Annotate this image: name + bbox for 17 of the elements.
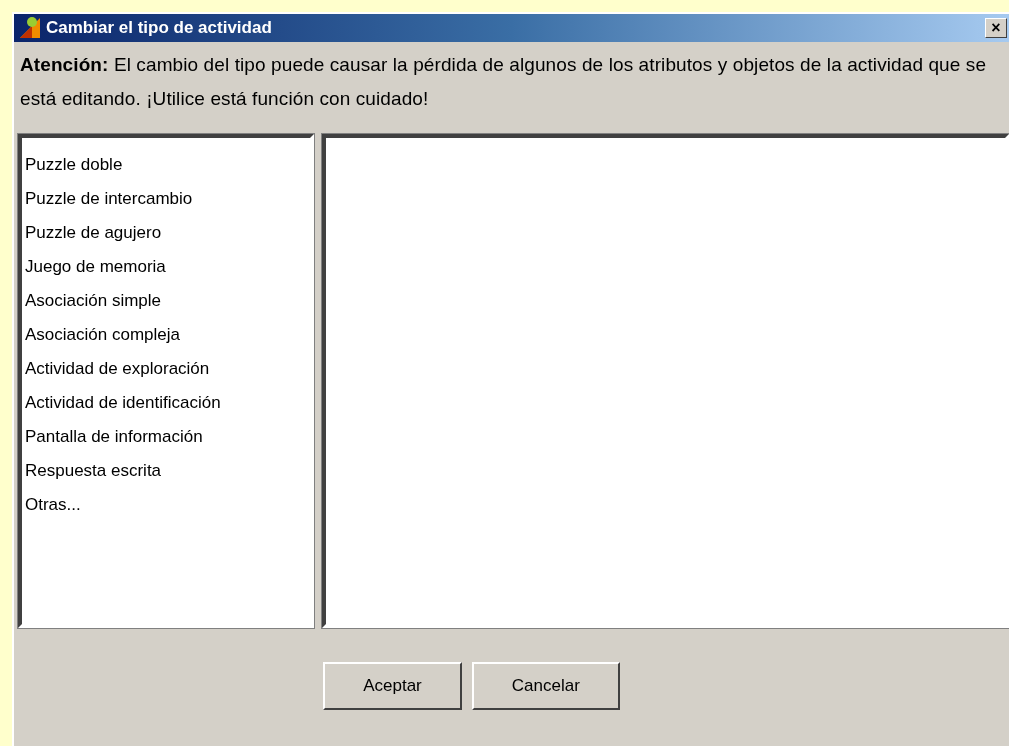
list-item[interactable]: Juego de memoria [25,250,310,284]
app-icon [18,16,42,40]
accept-button[interactable]: Aceptar [323,662,462,710]
cancel-button[interactable]: Cancelar [471,662,620,710]
list-item[interactable]: Puzzle doble [25,148,310,182]
list-item[interactable]: Actividad de identificación [25,386,310,420]
window-title: Cambiar el tipo de actividad [46,18,273,38]
list-item[interactable]: Otras... [25,488,310,522]
list-item[interactable]: Puzzle de agujero [25,216,310,250]
list-item[interactable]: Asociación simple [25,284,310,318]
list-item[interactable]: Puzzle de intercambio [25,182,310,216]
list-item[interactable]: Respuesta escrita [25,454,310,488]
list-item[interactable]: Pantalla de información [25,420,310,454]
list-item[interactable]: Actividad de exploración [25,352,310,386]
close-button[interactable]: × [985,18,1007,38]
list-item[interactable]: Asociación compleja [25,318,310,352]
warning-text: Atención: El cambio del tipo puede causar la pérdida de algunos de los atributos y objetos de la actividad que se está editando. ¡Utilice está función con cuidado! [20,53,988,111]
